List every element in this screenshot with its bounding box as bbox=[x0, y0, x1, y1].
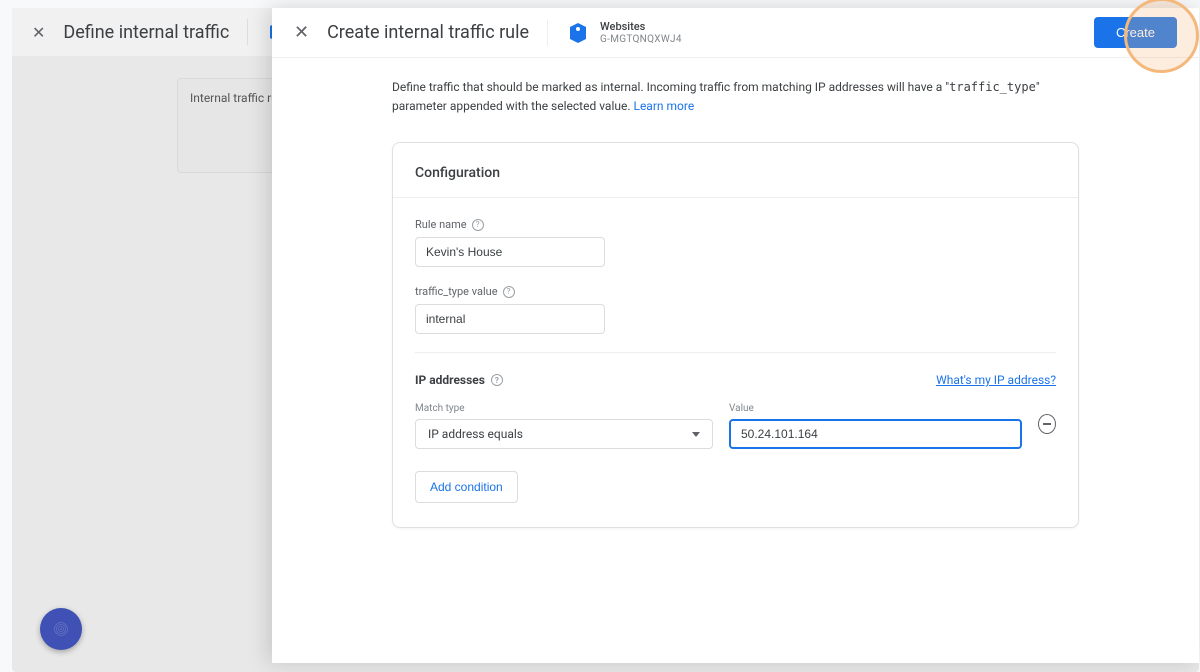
rule-name-input[interactable] bbox=[415, 237, 605, 267]
match-type-select[interactable]: IP address equals bbox=[415, 419, 713, 449]
close-icon[interactable]: ✕ bbox=[294, 22, 309, 43]
divider bbox=[393, 197, 1078, 198]
desc-code: traffic_type bbox=[949, 80, 1036, 94]
traffic-type-field: traffic_type value ? bbox=[415, 285, 1056, 334]
match-type-column: Match type IP address equals bbox=[415, 403, 713, 449]
rule-name-field: Rule name ? bbox=[415, 218, 1056, 267]
description-text: Define traffic that should be marked as … bbox=[392, 78, 1079, 116]
modal-body: Define traffic that should be marked as … bbox=[272, 58, 1199, 558]
modal-tag-name: Websites bbox=[600, 20, 682, 33]
divider bbox=[247, 19, 248, 45]
create-button[interactable]: Create bbox=[1094, 17, 1177, 48]
value-column: Value bbox=[729, 403, 1022, 449]
traffic-type-input[interactable] bbox=[415, 304, 605, 334]
divider bbox=[415, 352, 1056, 353]
modal-tag-text: Websites G-MGTQNQXWJ4 bbox=[600, 20, 682, 45]
traffic-type-label-text: traffic_type value bbox=[415, 285, 498, 298]
configuration-card: Configuration Rule name ? traffic_type v… bbox=[392, 142, 1079, 528]
help-icon[interactable]: ? bbox=[503, 286, 515, 298]
learn-more-link[interactable]: Learn more bbox=[633, 99, 694, 113]
match-type-value: IP address equals bbox=[428, 427, 523, 441]
modal-header: ✕ Create internal traffic rule Websites … bbox=[272, 8, 1199, 58]
ip-section-header: IP addresses ? What's my IP address? bbox=[415, 373, 1056, 387]
value-label: Value bbox=[729, 403, 1022, 414]
help-icon[interactable]: ? bbox=[491, 374, 503, 386]
rule-name-label-text: Rule name bbox=[415, 218, 467, 231]
modal-tag-id: G-MGTQNQXWJ4 bbox=[600, 34, 682, 45]
chevron-down-icon bbox=[692, 432, 700, 437]
ip-condition-row: Match type IP address equals Value bbox=[415, 403, 1056, 449]
modal-tag-block: Websites G-MGTQNQXWJ4 bbox=[566, 20, 682, 45]
ip-value-input[interactable] bbox=[729, 419, 1022, 449]
desc-pre: Define traffic that should be marked as … bbox=[392, 80, 949, 94]
config-section-title: Configuration bbox=[415, 165, 1056, 181]
fingerprint-icon bbox=[54, 622, 68, 636]
ip-section-label-text: IP addresses bbox=[415, 373, 485, 387]
close-icon[interactable]: ✕ bbox=[32, 23, 45, 42]
remove-condition-icon[interactable] bbox=[1038, 414, 1056, 434]
add-condition-button[interactable]: Add condition bbox=[415, 471, 518, 503]
whats-my-ip-link[interactable]: What's my IP address? bbox=[936, 373, 1056, 387]
divider bbox=[547, 20, 548, 46]
bg-page-title: Define internal traffic bbox=[63, 22, 229, 43]
traffic-type-label: traffic_type value ? bbox=[415, 285, 1056, 298]
tag-icon bbox=[566, 21, 590, 45]
fab-button[interactable] bbox=[40, 608, 82, 650]
ip-section-label: IP addresses ? bbox=[415, 373, 503, 387]
modal-title: Create internal traffic rule bbox=[327, 22, 529, 43]
rule-name-label: Rule name ? bbox=[415, 218, 1056, 231]
match-type-label: Match type bbox=[415, 403, 713, 414]
help-icon[interactable]: ? bbox=[472, 219, 484, 231]
create-rule-modal: ✕ Create internal traffic rule Websites … bbox=[272, 8, 1199, 663]
